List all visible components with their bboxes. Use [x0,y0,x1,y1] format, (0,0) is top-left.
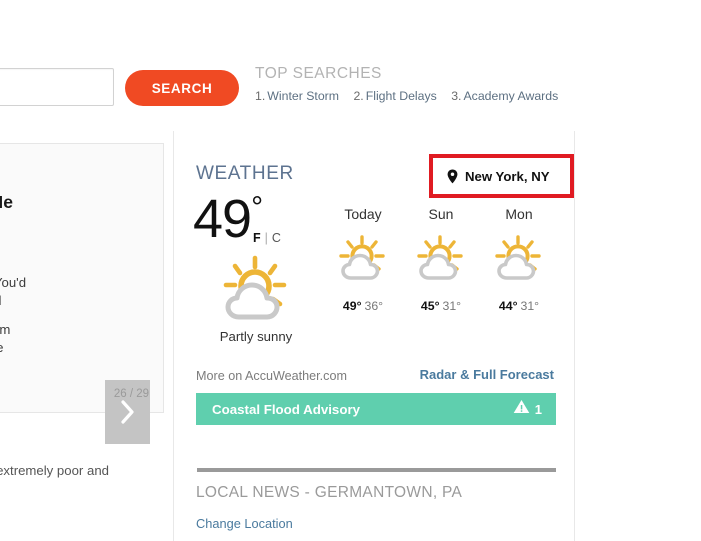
top-search-link-2[interactable]: Flight Delays [366,89,437,103]
forecast-row: Today 49° 36° Sun 45° 31° Mon 44° 31° [324,206,569,313]
forecast-high: 45° [420,299,440,313]
location-selector[interactable]: New York, NY [429,154,574,198]
current-condition-text: Partly sunny [219,329,293,344]
sun-behind-cloud-icon [402,233,480,285]
advisory-count: 1 [534,401,542,417]
change-location-link[interactable]: Change Location [196,516,293,531]
top-searches: TOP SEARCHES 1. Winter Storm 2. Flight Del… [255,63,569,104]
forecast-low: 31° [520,299,540,313]
top-search-number: 2. [353,89,364,103]
top-search-item: 1. Winter Storm [255,89,353,103]
search-input[interactable] [0,68,114,106]
top-search-link-1[interactable]: Winter Storm [267,89,339,103]
forecast-day-mon[interactable]: Mon 44° 31° [480,206,558,313]
search-bar: SEARCH TOP SEARCHES 1. Winter Storm 2. Fli… [0,65,701,116]
unit-fahrenheit[interactable]: F [253,231,261,245]
left-card-headline: uld Ne [0,192,14,212]
forecast-high: 44° [498,299,518,313]
left-card2-body: ir was extremely poor and [0,463,109,478]
unit-celsius[interactable]: C [272,231,281,245]
forecast-temps: 44° 31° [480,299,558,313]
degree-symbol: ° [251,191,263,224]
forecast-day-today[interactable]: Today 49° 36° [324,206,402,313]
forecast-day-label: Today [344,206,382,222]
forecast-day-label: Mon [505,206,533,222]
current-weather-icon [217,255,295,330]
radar-full-forecast-link[interactable]: Radar & Full Forecast [420,367,554,382]
weather-section-title: WEATHER [196,163,294,184]
carousel-counter: 26 / 29 [113,388,149,400]
location-name: New York, NY [465,168,550,184]
top-searches-list: 1. Winter Storm 2. Flight Delays 3. Academy… [255,88,569,104]
left-article-card-2[interactable]: ouse ir was extremely poor and [0,425,164,495]
forecast-high: 49° [342,299,362,313]
top-search-number: 3. [451,89,462,103]
advisory-label: Coastal Flood Advisory [212,401,361,417]
chevron-right-icon [119,399,137,425]
page-root: SEARCH TOP SEARCHES 1. Winter Storm 2. Fli… [0,0,701,541]
unit-toggle[interactable]: F | C [253,231,281,245]
forecast-low: 31° [442,299,462,313]
forecast-day-label: Sun [428,206,454,222]
warning-triangle-icon [513,399,530,419]
weather-advisory-banner[interactable]: Coastal Flood Advisory 1 [196,393,556,425]
current-temperature: 49° [193,189,263,249]
forecast-day-sun[interactable]: Sun 45° 31° [402,206,480,313]
current-temperature-value: 49 [193,189,252,249]
forecast-temps: 49° 36° [324,299,402,313]
section-divider [197,468,556,472]
location-inner: New York, NY [433,169,550,184]
top-search-item: 2. Flight Delays [353,89,451,103]
unit-separator: | [264,231,268,245]
weather-panel: WEATHER New York, NY 49° F | C Partly su… [173,131,575,541]
forecast-temps: 45° 31° [402,299,480,313]
forecast-low: 36° [364,299,384,313]
sun-behind-cloud-icon [480,233,558,285]
more-on-accuweather-link[interactable]: More on AccuWeather.com [196,369,347,383]
top-search-link-3[interactable]: Academy Awards [463,89,558,103]
top-searches-title: TOP SEARCHES [255,65,382,82]
sun-behind-cloud-icon [324,233,402,285]
search-button[interactable]: SEARCH [125,70,239,106]
map-pin-icon [447,169,458,184]
advisory-indicator: 1 [513,399,542,419]
left-card-line-4[interactable]: hat The [0,340,3,355]
top-search-item: 3. Academy Awards [451,89,569,103]
local-news-title: LOCAL NEWS - GERMANTOWN, PA [196,484,463,501]
left-article-card[interactable]: uld Ne Macs You'd Record enu Item hat Th… [0,143,164,444]
left-card-line-2[interactable]: Record [0,293,2,308]
top-search-number: 1. [255,89,266,103]
left-card-line-1[interactable]: Macs You'd [0,275,26,290]
left-card-line-3[interactable]: enu Item [0,322,10,337]
